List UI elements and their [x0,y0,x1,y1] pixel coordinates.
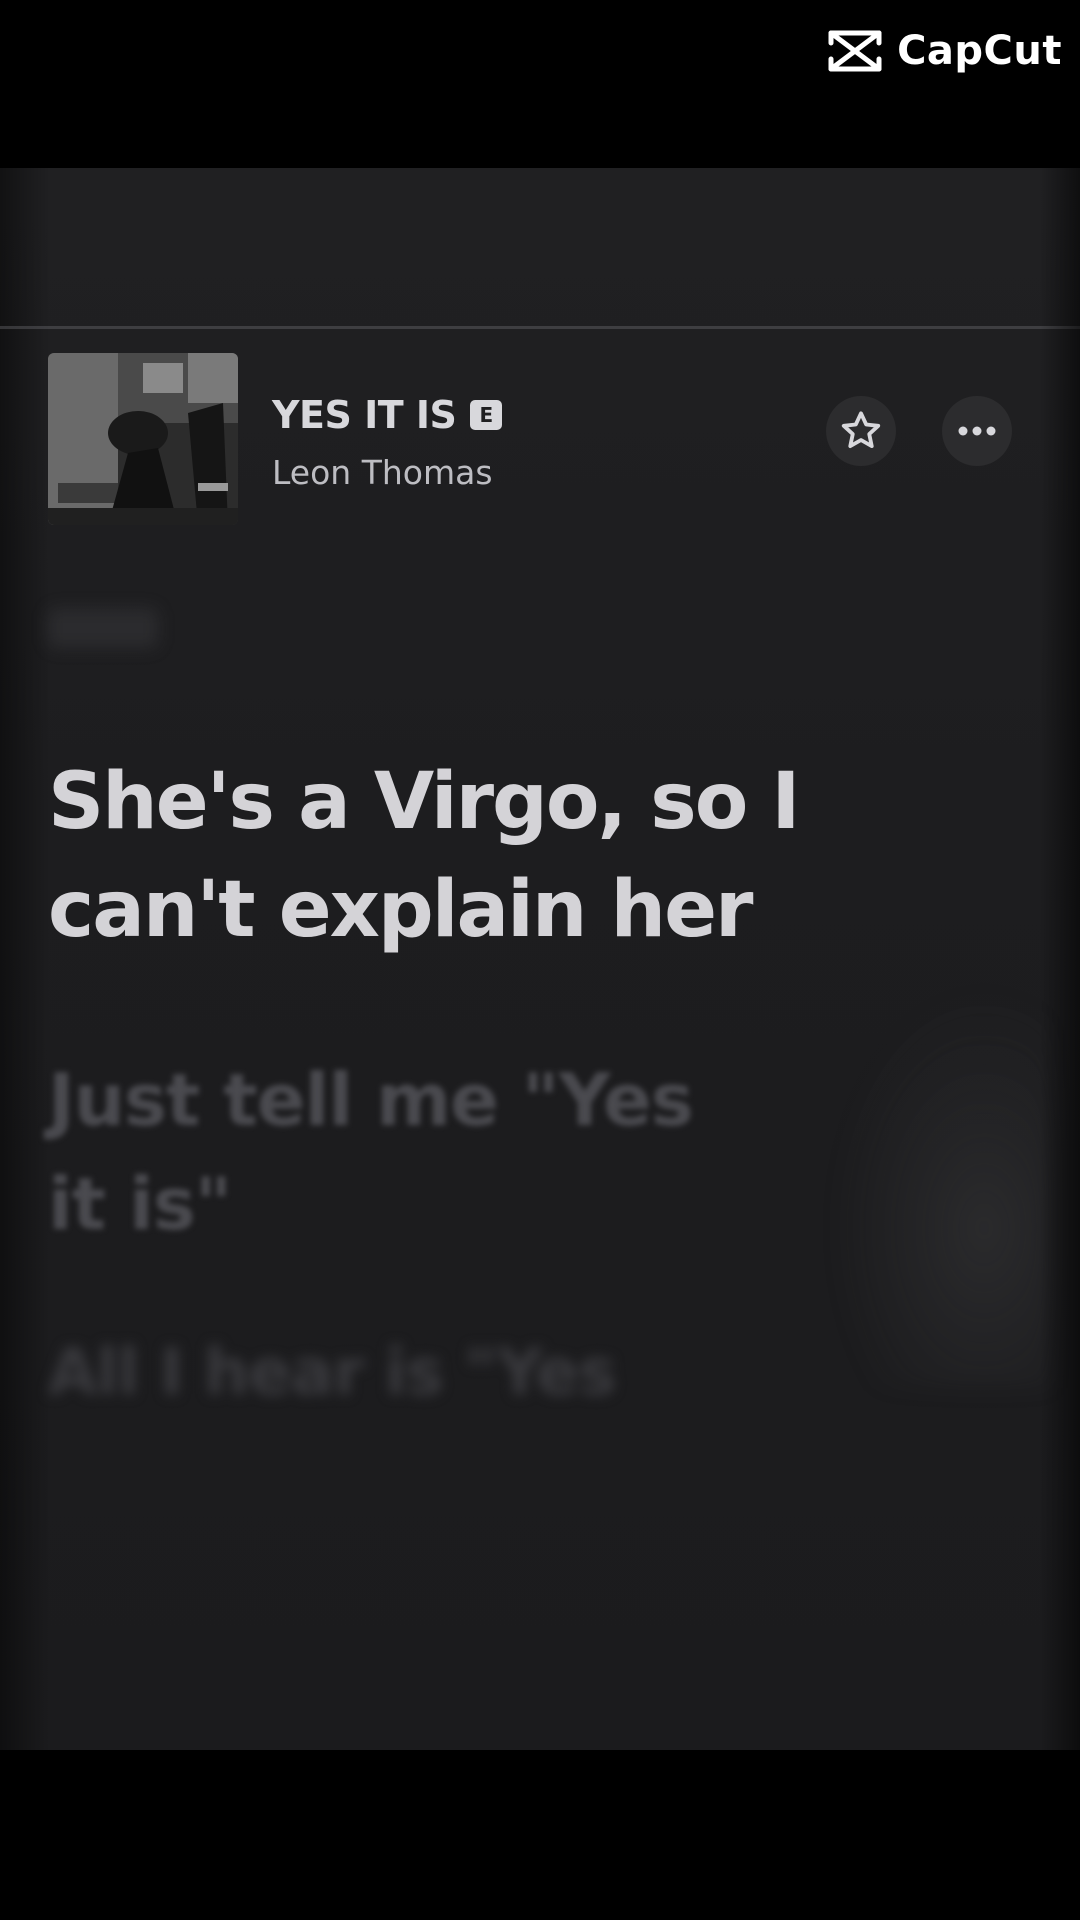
capcut-brand-text: CapCut [897,28,1062,74]
background-blur-shape [830,988,1050,1388]
track-title[interactable]: YES IT IS [272,393,457,437]
track-artist[interactable]: Leon Thomas [272,453,493,492]
capcut-watermark: CapCut [827,28,1062,74]
music-player-video: YES IT IS E Leon Thomas She's a Virgo, s… [0,168,1080,1750]
lyric-line-current[interactable]: She's a Virgo, so I can't explain her [48,748,868,964]
explicit-badge: E [470,400,503,430]
video-frame: CapCut YES IT IS E Leon Thomas She's a V… [0,0,1080,1920]
ellipsis-icon [958,426,996,436]
star-outline-icon [841,411,881,449]
sheet-divider [0,326,1080,329]
favorite-button[interactable] [826,396,896,466]
album-art[interactable] [48,353,238,525]
more-options-button[interactable] [942,396,1012,466]
lyric-line-later[interactable]: All I hear is "Yes [48,1328,768,1418]
track-title-row: YES IT IS E [272,393,503,437]
previous-lyric-blur [48,608,158,648]
capcut-logo-icon [828,30,882,72]
lyric-line-next[interactable]: Just tell me "Yes it is" [48,1048,768,1256]
